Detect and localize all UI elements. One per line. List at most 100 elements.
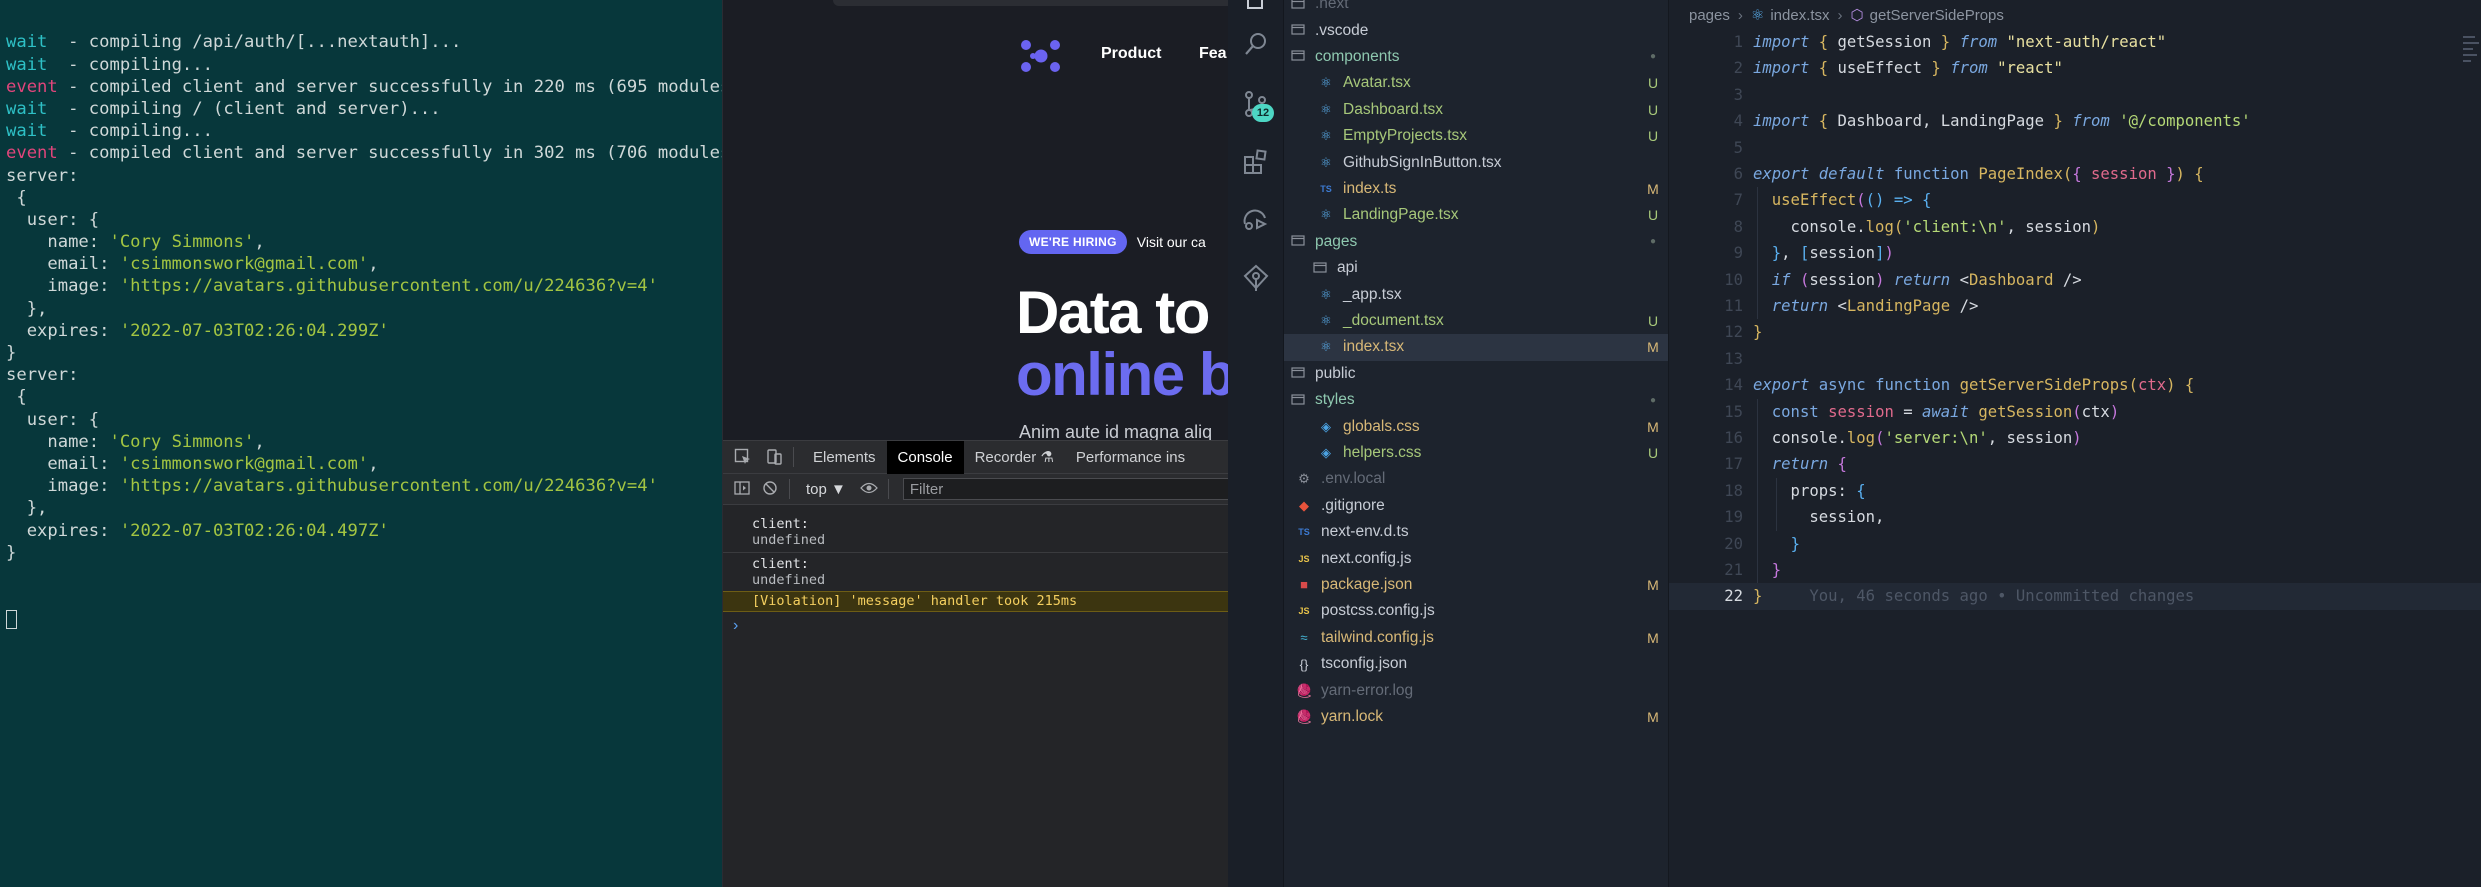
site-logo-icon[interactable] <box>1019 38 1063 79</box>
code-line[interactable]: 8 console.log('client:\n', session) <box>1669 214 2481 240</box>
clear-console-icon[interactable] <box>761 480 779 499</box>
explorer-file[interactable]: ◆ .gitignore <box>1284 493 1668 519</box>
explorer-file[interactable]: ≈ tailwind.config.js M <box>1284 625 1668 651</box>
explorer-file[interactable]: ◈ globals.css M <box>1284 413 1668 439</box>
yarn-file-icon: 🧶 <box>1296 682 1313 698</box>
explorer-file[interactable]: ⚛ GithubSignInButton.tsx <box>1284 149 1668 175</box>
explorer-files-icon[interactable] <box>1240 0 1272 18</box>
explorer-file[interactable]: TS next-env.d.ts <box>1284 519 1668 545</box>
live-expression-eye-icon[interactable] <box>860 481 878 497</box>
explorer-file[interactable]: TS index.ts M <box>1284 176 1668 202</box>
remote-explorer-icon[interactable] <box>1240 204 1272 236</box>
explorer-file[interactable]: ⚛ _document.tsx U <box>1284 308 1668 334</box>
explorer-file[interactable]: ⚛ Avatar.tsx U <box>1284 70 1668 96</box>
explorer-file[interactable]: ⚛ LandingPage.tsx U <box>1284 202 1668 228</box>
tab-elements[interactable]: Elements <box>802 441 887 474</box>
terminal-line: image: 'https://avatars.githubuserconten… <box>6 275 716 297</box>
gitlens-icon[interactable] <box>1240 262 1272 294</box>
explorer-file[interactable]: ◈ helpers.css U <box>1284 440 1668 466</box>
git-status-badge: U <box>1647 75 1659 92</box>
code-line[interactable]: 20 } <box>1669 531 2481 557</box>
explorer-file[interactable]: 🧶 yarn-error.log <box>1284 677 1668 703</box>
explorer-file[interactable]: ⚙ .env.local <box>1284 466 1668 492</box>
line-number: 14 <box>1724 376 1743 395</box>
code-line[interactable]: 4 import { Dashboard, LandingPage } from … <box>1669 108 2481 134</box>
code-token: props: <box>1753 481 1857 500</box>
code-line[interactable]: 17 return { <box>1669 451 2481 477</box>
tab-performance-insights[interactable]: Performance ins <box>1065 441 1196 474</box>
code-line[interactable]: 16 console.log('server:\n', session) <box>1669 425 2481 451</box>
line-number: 4 <box>1733 112 1743 131</box>
explorer-item-label: .next <box>1315 0 1349 13</box>
nav-link-product[interactable]: Product <box>1101 45 1161 63</box>
code-token: ( <box>1893 217 1904 236</box>
code-line[interactable]: 19 session, <box>1669 504 2481 530</box>
tab-console[interactable]: Console <box>886 440 964 474</box>
explorer-file[interactable]: 🧶 yarn.lock M <box>1284 704 1668 730</box>
extensions-icon[interactable] <box>1240 146 1272 178</box>
explorer-folder[interactable]: styles ● <box>1284 387 1668 413</box>
explorer-file[interactable]: JS next.config.js <box>1284 545 1668 571</box>
code-line[interactable]: 1 import { getSession } from "next-auth/r… <box>1669 29 2481 55</box>
javascript-context-select[interactable]: top ▼ <box>806 481 846 498</box>
inspect-element-icon[interactable] <box>732 446 754 468</box>
file-explorer: .next .vscode components ● ⚛ Avatar.tsx U ⚛ Dash… <box>1284 0 1668 887</box>
console-prompt-chevron-icon[interactable]: › <box>733 617 738 635</box>
explorer-file[interactable]: ⚛ index.tsx M <box>1284 334 1668 361</box>
code-line[interactable]: 12} <box>1669 319 2481 345</box>
explorer-folder[interactable]: api <box>1284 255 1668 281</box>
nav-link-features[interactable]: Fea <box>1199 45 1227 63</box>
code-line[interactable]: 18 props: { <box>1669 478 2481 504</box>
explorer-file[interactable]: ⚛ EmptyProjects.tsx U <box>1284 123 1668 149</box>
code-line[interactable]: 5 <box>1669 135 2481 161</box>
console-message[interactable]: client: undefined <box>723 553 1228 591</box>
code-line[interactable]: 6 export default function PageIndex({ ses… <box>1669 161 2481 187</box>
terminal-panel[interactable]: wait - compiling /api/auth/[...nextauth]… <box>0 0 722 887</box>
line-number: 12 <box>1724 323 1743 342</box>
explorer-file[interactable]: ■ package.json M <box>1284 572 1668 598</box>
breadcrumb-symbol[interactable]: getServerSideProps <box>1870 7 2004 24</box>
code-line[interactable]: 9 }, [session]) <box>1669 240 2481 266</box>
code-line[interactable]: 15 const session = await getSession(ctx) <box>1669 399 2481 425</box>
code-token: , <box>1781 244 1800 263</box>
terminal-text: } <box>6 542 17 563</box>
breadcrumb-folder[interactable]: pages <box>1689 7 1730 24</box>
code-line[interactable]: 2 import { useEffect } from "react" <box>1669 55 2481 81</box>
code-line[interactable]: 11 return <LandingPage /> <box>1669 293 2481 319</box>
explorer-folder[interactable]: .next <box>1284 0 1668 17</box>
console-violation-warning[interactable]: [Violation] 'message' handler took 215ms <box>723 591 1228 612</box>
code-line[interactable]: 3 <box>1669 82 2481 108</box>
show-sidebar-icon[interactable] <box>733 480 751 498</box>
explorer-folder[interactable]: public <box>1284 361 1668 387</box>
code-editor[interactable]: pages › ⚛ index.tsx › ⬡ getServerSidePro… <box>1668 0 2481 887</box>
explorer-folder[interactable]: .vscode <box>1284 17 1668 43</box>
terminal-prompt-line[interactable] <box>6 608 716 630</box>
explorer-file[interactable]: ⚛ _app.tsx <box>1284 281 1668 307</box>
explorer-file[interactable]: JS postcss.config.js <box>1284 598 1668 624</box>
code-line[interactable]: 22} You, 46 seconds ago • Uncommitted ch… <box>1669 583 2481 610</box>
search-icon[interactable] <box>1240 28 1272 60</box>
code-line[interactable]: 14 export async function getServerSidePro… <box>1669 372 2481 398</box>
terminal-line: email: 'csimmonswork@gmail.com', <box>6 453 716 475</box>
code-line[interactable]: 10 if (session) return <Dashboard /> <box>1669 267 2481 293</box>
code-line[interactable]: 13 <box>1669 346 2481 372</box>
explorer-folder[interactable]: components ● <box>1284 44 1668 70</box>
tab-recorder[interactable]: Recorder ⚗ <box>964 441 1065 474</box>
explorer-folder[interactable]: pages ● <box>1284 229 1668 255</box>
css-file-icon: ◈ <box>1321 418 1331 434</box>
hiring-banner[interactable]: WE'RE HIRING Visit our ca <box>1019 230 1206 254</box>
hiring-link[interactable]: Visit our ca <box>1137 234 1206 250</box>
code-line[interactable]: 7 useEffect(() => { <box>1669 187 2481 213</box>
code-line[interactable]: 21 } <box>1669 557 2481 583</box>
console-filter-input[interactable]: Filter <box>902 478 1228 500</box>
device-toolbar-icon[interactable] <box>763 446 785 468</box>
explorer-file[interactable]: ⚛ Dashboard.tsx U <box>1284 97 1668 123</box>
explorer-file[interactable]: {} tsconfig.json <box>1284 651 1668 677</box>
breadcrumb-file[interactable]: index.tsx <box>1770 7 1829 24</box>
explorer-item-label: postcss.config.js <box>1321 602 1435 620</box>
code-token: session <box>1828 402 1894 421</box>
terminal-text: { <box>6 387 27 408</box>
console-message[interactable]: client: undefined <box>723 513 1228 553</box>
